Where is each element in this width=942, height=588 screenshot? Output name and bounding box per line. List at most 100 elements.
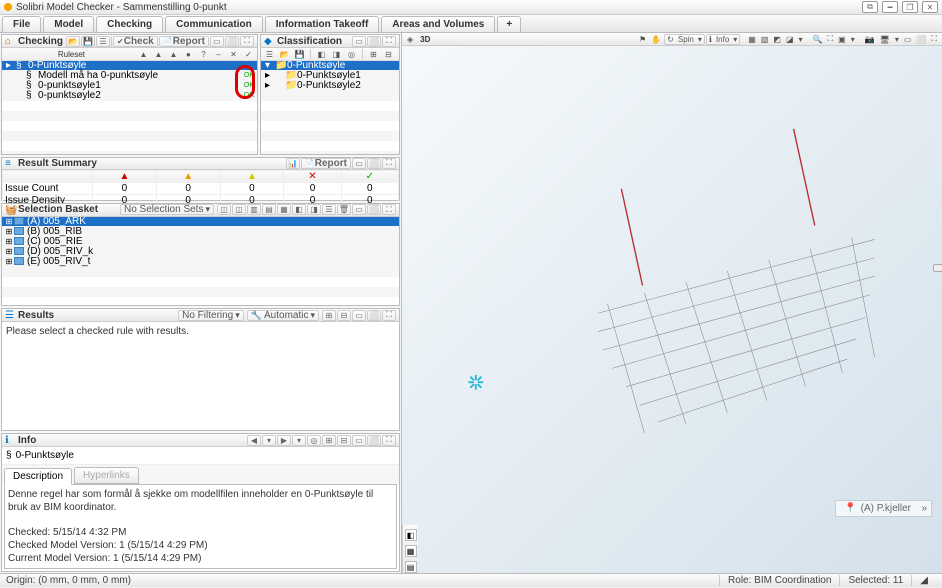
chart-icon[interactable]: 📊: [286, 158, 300, 169]
sb-btn2[interactable]: ◫: [232, 204, 246, 215]
close-panel-icon[interactable]: ⛶: [929, 34, 939, 44]
close-icon[interactable]: ✕: [922, 1, 938, 13]
sb-btn8[interactable]: ☰: [322, 204, 336, 215]
hand-icon[interactable]: ✋: [649, 35, 663, 44]
tab-file[interactable]: File: [2, 16, 41, 32]
min-icon[interactable]: ▭: [210, 36, 224, 47]
vb1[interactable]: ▦: [746, 35, 758, 44]
zoom-in-icon[interactable]: 🔍: [811, 35, 825, 44]
max-icon[interactable]: ⬜: [367, 158, 381, 169]
status-resize-icon[interactable]: ◢: [911, 575, 936, 586]
rule-row[interactable]: §0-punktsøyle2OK: [2, 91, 257, 101]
tab-description[interactable]: Description: [4, 468, 72, 485]
max-icon[interactable]: ⬜: [367, 36, 381, 47]
new-icon[interactable]: ☰: [263, 49, 276, 60]
nav-next-icon[interactable]: ▶: [277, 435, 291, 446]
min-icon[interactable]: ▭: [352, 310, 366, 321]
side-view-mid-icon[interactable]: ▦: [405, 545, 417, 557]
min-icon[interactable]: ▭: [352, 36, 366, 47]
max-icon[interactable]: ⬜: [225, 36, 239, 47]
zoom-drop[interactable]: ▾: [849, 35, 857, 44]
selection-basket-tree[interactable]: ⊞(A) 005_ARK ⊞(B) 005_RIB ⊞(C) 005_RIE ⊞…: [2, 217, 399, 306]
pass-icon[interactable]: ●: [182, 49, 195, 60]
selection-set-dropdown[interactable]: No Selection Sets ▾: [120, 204, 214, 215]
max-icon[interactable]: ⬜: [914, 35, 928, 44]
unknown-icon[interactable]: ?: [197, 49, 210, 60]
sb-btn4[interactable]: ▤: [262, 204, 276, 215]
minus-icon[interactable]: ⊟: [337, 435, 351, 446]
fail-icon[interactable]: ✕: [227, 49, 240, 60]
report-button[interactable]: 📄 Report: [301, 158, 351, 169]
sev-major-icon[interactable]: ▲: [152, 49, 165, 60]
filter1-icon[interactable]: ◧: [315, 49, 328, 60]
vb5[interactable]: ▾: [797, 35, 805, 44]
link-icon[interactable]: ⧉: [862, 1, 878, 13]
mode-dropdown[interactable]: 🔧 Automatic ▾: [247, 310, 319, 321]
ok-icon[interactable]: ✓: [242, 49, 255, 60]
zoom-sel-icon[interactable]: ▣: [836, 35, 848, 44]
3d-viewport[interactable]: 📍 (A) P.kjeller »: [402, 46, 942, 525]
vb3[interactable]: ◩: [771, 35, 783, 44]
vb4[interactable]: ◪: [784, 35, 796, 44]
min-icon[interactable]: ▭: [352, 204, 366, 215]
min-icon[interactable]: ▭: [352, 435, 366, 446]
trash-icon[interactable]: 🗑: [337, 204, 351, 215]
max-icon[interactable]: ⬜: [367, 435, 381, 446]
collapse-icon[interactable]: –: [212, 49, 225, 60]
vb2[interactable]: ▧: [759, 35, 771, 44]
plus-expand-icon[interactable]: ⊞: [367, 49, 380, 60]
sb-btn1[interactable]: ◫: [217, 204, 231, 215]
settings-icon[interactable]: 🖥: [878, 35, 892, 44]
max-icon[interactable]: ⬜: [367, 310, 381, 321]
minus-collapse-icon[interactable]: ⊟: [382, 49, 395, 60]
save-icon[interactable]: 💾: [293, 49, 306, 60]
target-icon[interactable]: ◎: [307, 435, 321, 446]
nav-last-drop[interactable]: ▾: [292, 435, 306, 446]
sb-btn5[interactable]: ▦: [277, 204, 291, 215]
tab-info-takeoff[interactable]: Information Takeoff: [265, 16, 380, 32]
tab-areas-volumes[interactable]: Areas and Volumes: [381, 16, 495, 32]
close-panel-icon[interactable]: ⛶: [382, 310, 396, 321]
side-view-bot-icon[interactable]: ▤: [405, 561, 417, 573]
close-panel-icon[interactable]: ⛶: [382, 204, 396, 215]
sev-critical-icon[interactable]: ▲: [137, 49, 150, 60]
max-icon[interactable]: ⬜: [367, 204, 381, 215]
close-panel-icon[interactable]: ⛶: [382, 36, 396, 47]
plus-icon[interactable]: ⊞: [322, 435, 336, 446]
vb-drop[interactable]: ▾: [893, 35, 901, 44]
zoom-slider[interactable]: [936, 238, 940, 298]
tab-checking[interactable]: Checking: [96, 16, 163, 32]
close-panel-icon[interactable]: ⛶: [382, 158, 396, 169]
minimize-icon[interactable]: ━: [882, 1, 898, 13]
minus-icon[interactable]: ⊟: [337, 310, 351, 321]
spin-dropdown[interactable]: ↻ Spin ▾: [664, 34, 705, 45]
nav-prev-drop[interactable]: ▾: [262, 435, 276, 446]
tab-hyperlinks[interactable]: Hyperlinks: [74, 467, 139, 484]
tab-add[interactable]: +: [497, 16, 521, 32]
list-icon[interactable]: ☰: [96, 36, 110, 47]
tab-communication[interactable]: Communication: [165, 16, 263, 32]
target-icon[interactable]: ◎: [345, 49, 358, 60]
close-panel-icon[interactable]: ⛶: [382, 435, 396, 446]
open-icon[interactable]: 📂: [66, 36, 80, 47]
basket-row[interactable]: ⊞(E) 005_RIV_t: [2, 257, 399, 267]
save-icon[interactable]: 💾: [81, 36, 95, 47]
restore-icon[interactable]: ❐: [902, 1, 918, 13]
filter-dropdown[interactable]: No Filtering ▾: [178, 310, 244, 321]
sev-minor-icon[interactable]: ▲: [167, 49, 180, 60]
plus-icon[interactable]: ⊞: [322, 310, 336, 321]
view-level-badge[interactable]: 📍 (A) P.kjeller »: [835, 500, 932, 517]
report-button[interactable]: 📄 Report: [159, 36, 209, 47]
sb-btn3[interactable]: ▥: [247, 204, 261, 215]
sb-btn6[interactable]: ◧: [292, 204, 306, 215]
sb-btn7[interactable]: ◨: [307, 204, 321, 215]
side-view-top-icon[interactable]: ◧: [405, 529, 417, 541]
classification-tree[interactable]: ▾📁0-Punktsøyle ▸📁0-Punktsøyle1 ▸📁0-Punkt…: [261, 61, 399, 154]
flag-icon[interactable]: ⚑: [637, 35, 648, 44]
tab-model[interactable]: Model: [43, 16, 94, 32]
class-row[interactable]: ▸📁0-Punktsøyle2: [261, 81, 399, 91]
nav-first-icon[interactable]: ◀: [247, 435, 261, 446]
check-button[interactable]: ✔ Check: [113, 36, 158, 47]
zoom-fit-icon[interactable]: ⛶: [826, 34, 836, 44]
checking-tree[interactable]: ▸§0-Punktsøyle §Modell må ha 0-punktsøyl…: [2, 61, 257, 154]
